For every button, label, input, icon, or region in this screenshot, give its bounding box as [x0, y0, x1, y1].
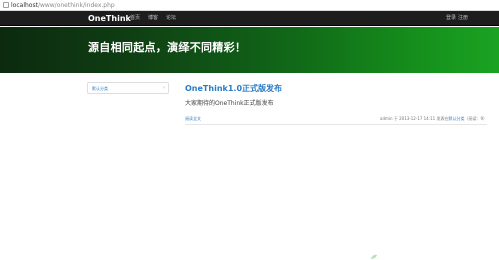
register-link[interactable]: 注册	[458, 14, 468, 23]
article-meta-prefix: admin 于 2013-12-17 14:11 发表在	[380, 116, 449, 121]
sidebar-category-item[interactable]: 默认分类 ›	[87, 82, 169, 94]
nav-item-blog[interactable]: 博客	[148, 14, 158, 23]
page: localhost/www/onethink/index.php OneThin…	[0, 0, 499, 260]
nav-item-home[interactable]: 首页	[130, 14, 140, 23]
article-title-link[interactable]: OneThink1.0正式版发布	[185, 83, 282, 94]
article-meta: admin 于 2013-12-17 14:11 发表在默认分类（阅读：9）	[380, 115, 487, 122]
login-link[interactable]: 登录	[446, 14, 456, 23]
url-text[interactable]: localhost/www/onethink/index.php	[11, 1, 115, 10]
read-more-link[interactable]: 阅读全文	[185, 115, 201, 122]
site-brand-logo[interactable]: OneThink	[88, 13, 131, 24]
lock-icon	[3, 2, 9, 8]
article-divider	[185, 124, 487, 125]
article-summary: 大家期待的OneThink正式版发布	[185, 100, 274, 107]
hero-title: 源自相同起点，演绎不同精彩！	[88, 41, 247, 54]
browser-address-bar[interactable]: localhost/www/onethink/index.php	[0, 0, 499, 11]
nav-item-forum[interactable]: 论坛	[166, 14, 176, 23]
chevron-right-icon: ›	[163, 85, 165, 91]
article-category-link[interactable]: 默认分类	[448, 116, 464, 121]
article-meta-suffix: （阅读：9）	[464, 116, 487, 121]
hero-banner: 源自相同起点，演绎不同精彩！	[0, 27, 499, 73]
leaf-icon	[371, 254, 377, 259]
site-navbar: OneThink 首页 博客 论坛 登录 注册	[0, 11, 499, 26]
sidebar-category-label: 默认分类	[92, 86, 108, 91]
url-host: localhost	[11, 2, 38, 9]
url-path: /www/onethink/index.php	[37, 2, 115, 9]
